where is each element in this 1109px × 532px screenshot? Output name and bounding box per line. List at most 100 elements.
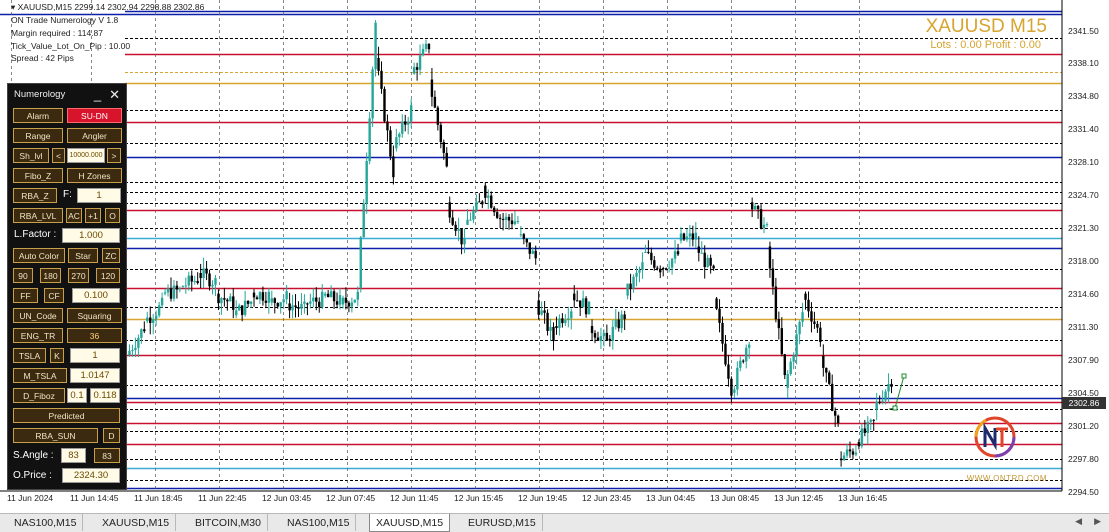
scroll-left-icon[interactable]: ◀ — [1075, 516, 1082, 527]
tab-nas100-m15[interactable]: NAS100,M15 — [8, 514, 84, 531]
candle — [205, 261, 208, 281]
candle — [552, 322, 555, 351]
sh-lvl-button[interactable]: Sh_lvl — [13, 148, 49, 163]
price-axis-label: 2311.30 — [1068, 322, 1099, 332]
minimize-icon[interactable]: _ — [94, 88, 101, 101]
candle — [561, 313, 564, 328]
tsla-button[interactable]: TSLA — [13, 348, 46, 363]
candle — [492, 206, 496, 217]
candle — [510, 213, 514, 230]
zc-button[interactable]: ZC — [102, 248, 120, 263]
m-tsla-button[interactable]: M_TSLA — [13, 368, 67, 383]
candle — [407, 116, 410, 135]
time-axis-label: 11 Jun 14:45 — [70, 493, 119, 503]
angle-90-button[interactable]: 90 — [13, 268, 33, 283]
rba-sun-button[interactable]: RBA_SUN — [13, 428, 98, 443]
tab-nas100-m15-2[interactable]: NAS100,M15 — [281, 514, 357, 531]
angle-120-button[interactable]: 120 — [96, 268, 120, 283]
eng-tr-button[interactable]: ENG_TR — [13, 328, 63, 343]
sh-level-input[interactable]: 10000.000 — [67, 148, 105, 163]
candle — [745, 344, 748, 369]
candle — [181, 285, 185, 288]
scroll-right-icon[interactable]: ▶ — [1094, 516, 1101, 527]
decrease-button[interactable]: < — [52, 148, 65, 163]
d-button[interactable]: D — [103, 428, 120, 443]
cf-input[interactable]: 0.100 — [72, 288, 120, 303]
candle — [783, 353, 786, 380]
candle — [359, 236, 362, 293]
candle — [427, 43, 431, 54]
m-tsla-input[interactable]: 1.0147 — [70, 368, 120, 383]
sangle-input-2[interactable]: 83 — [94, 448, 120, 463]
squaring-button[interactable]: Squaring — [67, 308, 122, 323]
candle — [326, 290, 330, 298]
f-label: F: — [63, 189, 72, 200]
candle — [727, 354, 730, 387]
tab-eurusd-m15[interactable]: EURUSD,M15 — [462, 514, 543, 531]
predicted-button[interactable]: Predicted — [13, 408, 120, 423]
candle — [804, 291, 807, 310]
alarm-button[interactable]: Alarm — [13, 108, 63, 123]
cf-button[interactable]: CF — [44, 288, 64, 303]
auto-color-button[interactable]: Auto Color — [13, 248, 65, 263]
tab-xauusd-m15-active[interactable]: XAUUSD,M15 — [369, 514, 451, 532]
candle — [605, 324, 609, 341]
candle — [208, 269, 211, 291]
candle — [590, 319, 594, 341]
price-axis-label: 2294.50 — [1068, 487, 1099, 497]
tab-xauusd-m15[interactable]: XAUUSD,M15 — [96, 514, 177, 531]
d-fiboz-button[interactable]: D_Fiboz — [13, 388, 65, 403]
horizontal-levels — [0, 10, 1062, 490]
candle — [771, 259, 775, 295]
eng-tr-value[interactable]: 36 — [67, 328, 122, 343]
candle — [175, 280, 179, 299]
f-input[interactable]: 1 — [77, 188, 121, 203]
candle — [377, 46, 380, 76]
range-button[interactable]: Range — [13, 128, 63, 143]
star-button[interactable]: Star — [68, 248, 98, 263]
rba-z-button[interactable]: RBA_Z — [13, 188, 57, 203]
k-button[interactable]: K — [50, 348, 64, 363]
candle — [258, 291, 262, 305]
candle — [525, 238, 529, 248]
candle — [460, 229, 463, 255]
sangle-input-1[interactable]: 83 — [61, 448, 86, 463]
o-button[interactable]: O — [105, 208, 120, 223]
oprice-input[interactable]: 2324.30 — [62, 468, 120, 483]
candle — [395, 128, 398, 152]
k-input[interactable]: 1 — [70, 348, 120, 363]
candle — [504, 212, 508, 229]
candle — [498, 214, 502, 229]
candle — [157, 302, 161, 318]
close-icon[interactable]: ✕ — [109, 88, 120, 101]
candle — [756, 204, 760, 219]
su-dn-button[interactable]: SU-DN — [67, 108, 122, 123]
fibo-z-button[interactable]: Fibo_Z — [13, 168, 63, 183]
angle-270-button[interactable]: 270 — [68, 268, 89, 283]
candle — [282, 294, 285, 309]
rba-lvl-button[interactable]: RBA_LVL — [13, 208, 63, 223]
increase-button[interactable]: > — [107, 148, 121, 163]
angler-button[interactable]: Angler — [67, 128, 122, 143]
d-fiboz-input-2[interactable]: 0.118 — [90, 388, 120, 403]
ac-button[interactable]: AC — [66, 208, 82, 223]
d-fiboz-input-1[interactable]: 0.1 — [67, 388, 87, 403]
plus-one-button[interactable]: +1 — [85, 208, 101, 223]
candle — [819, 321, 822, 347]
tab-bitcoin-m30[interactable]: BITCOIN,M30 — [189, 514, 268, 531]
candle — [632, 274, 635, 293]
ff-button[interactable]: FF — [13, 288, 38, 303]
panel-header[interactable]: Numerology _ ✕ — [8, 84, 126, 104]
lfactor-input[interactable]: 1.000 — [62, 228, 120, 243]
price-chart[interactable] — [0, 0, 1109, 513]
candle — [383, 86, 386, 123]
vertical-grid — [11, 0, 860, 491]
candle — [777, 311, 781, 340]
candle — [347, 300, 351, 313]
angle-180-button[interactable]: 180 — [40, 268, 61, 283]
un-code-button[interactable]: UN_Code — [13, 308, 63, 323]
h-zones-button[interactable]: H Zones — [67, 168, 122, 183]
candle — [481, 200, 484, 209]
candle — [768, 241, 772, 278]
candle — [831, 374, 834, 412]
